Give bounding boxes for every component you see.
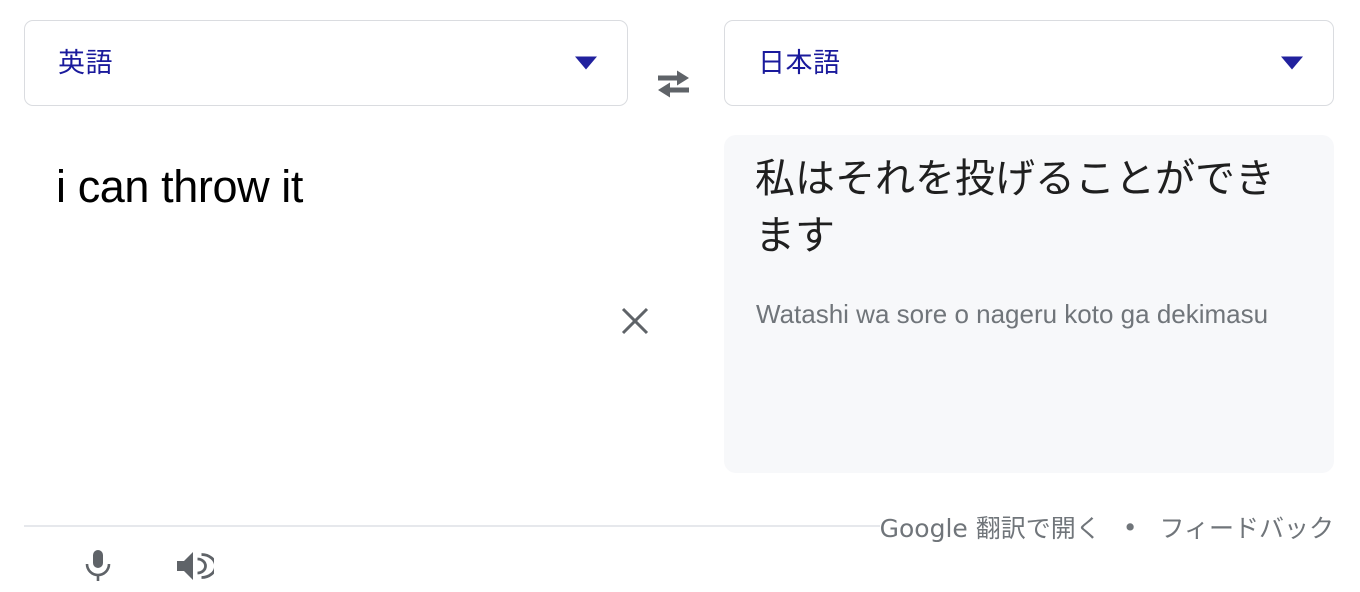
target-language-select[interactable]: 日本語	[724, 20, 1334, 106]
clear-source-button[interactable]	[612, 298, 658, 344]
feedback-link[interactable]: フィードバック	[1159, 509, 1334, 545]
source-panel: i can throw it	[24, 136, 649, 581]
footer-separator: •	[1122, 512, 1138, 542]
language-selector-row: 英語 日本語	[0, 20, 1360, 108]
romanization-text: Watashi wa sore o nageru koto ga dekimas…	[756, 299, 1269, 329]
footer-links: Google 翻訳で開く • フィードバック	[880, 509, 1334, 545]
target-language-label: 日本語	[758, 47, 841, 79]
open-in-google-translate-link[interactable]: Google 翻訳で開く	[880, 509, 1101, 545]
source-language-label: 英語	[58, 47, 113, 79]
target-panel: 私はそれを投げることができます Watashi wa sore o nageru…	[724, 135, 1334, 473]
footer-divider	[24, 525, 880, 527]
translated-text: 私はそれを投げることができます	[755, 156, 1275, 259]
source-language-select[interactable]: 英語	[24, 20, 628, 106]
chevron-down-icon	[1281, 56, 1303, 70]
chevron-down-icon	[575, 56, 597, 70]
source-text-input[interactable]: i can throw it	[56, 160, 536, 215]
footer: Google 翻訳で開く • フィードバック	[0, 496, 1360, 558]
swap-languages-button[interactable]	[648, 60, 700, 108]
close-icon	[621, 307, 649, 335]
swap-horizontal-icon	[658, 70, 689, 98]
